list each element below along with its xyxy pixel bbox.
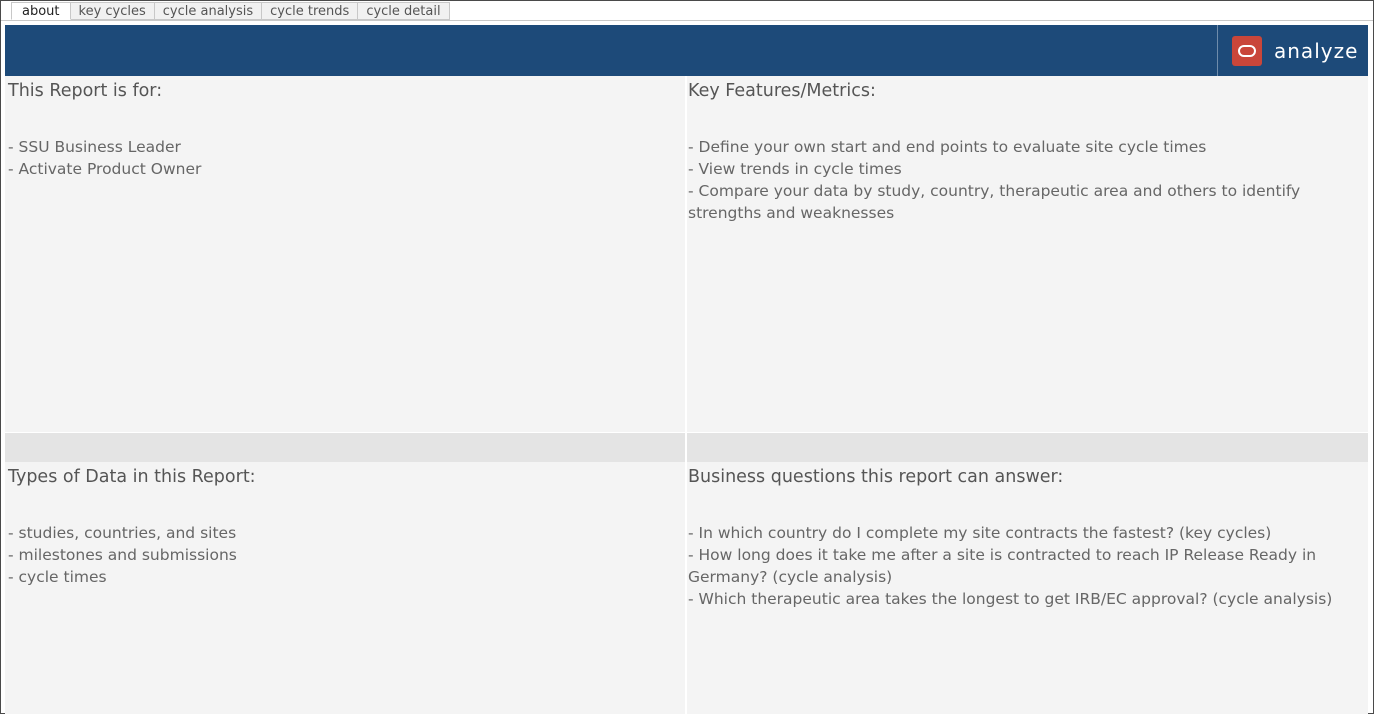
list-item: - studies, countries, and sites [8, 524, 237, 542]
tab-strip-divider [1, 20, 1373, 21]
analyze-logo: analyze [1217, 25, 1368, 76]
dashboard-frame: about key cycles cycle analysis cycle tr… [0, 0, 1374, 714]
list-item: - Define your own start and end points t… [688, 138, 1207, 156]
tab-cycle-detail[interactable]: cycle detail [358, 2, 450, 20]
list-item: - In which country do I complete my site… [688, 524, 1272, 542]
tab-cycle-trends[interactable]: cycle trends [262, 2, 359, 20]
list-item: - SSU Business Leader [8, 138, 181, 156]
list-item: - cycle times [8, 568, 107, 586]
panel-business-questions: Business questions this report can answe… [687, 462, 1368, 714]
tab-cycle-analysis[interactable]: cycle analysis [154, 2, 263, 20]
list-item: - Activate Product Owner [8, 160, 202, 178]
panel-report-for: This Report is for: - SSU Business Leade… [5, 76, 685, 432]
tab-key-cycles[interactable]: key cycles [70, 2, 155, 20]
panel-title: Types of Data in this Report: [8, 467, 256, 487]
oracle-logo-icon [1232, 35, 1262, 66]
panel-data-types: Types of Data in this Report: - studies,… [5, 462, 685, 714]
tab-about[interactable]: about [11, 2, 71, 20]
list-item: - View trends in cycle times [688, 160, 902, 178]
column-divider [685, 76, 687, 714]
panel-key-features: Key Features/Metrics: - Define your own … [687, 76, 1368, 432]
list-item: - Compare your data by study, country, t… [688, 182, 1301, 222]
panel-list: - SSU Business Leader - Activate Product… [8, 136, 682, 180]
panel-title: Key Features/Metrics: [688, 81, 876, 101]
list-item: - milestones and submissions [8, 546, 237, 564]
logo-label: analyze [1274, 38, 1359, 63]
panel-title: This Report is for: [8, 81, 163, 101]
list-item: - How long does it take me after a site … [688, 546, 1317, 586]
list-item: - Which therapeutic area takes the longe… [688, 590, 1333, 608]
panel-title: Business questions this report can answe… [688, 467, 1064, 487]
panel-list: - Define your own start and end points t… [688, 136, 1367, 224]
panel-list: - In which country do I complete my site… [688, 522, 1367, 610]
panel-list: - studies, countries, and sites - milest… [8, 522, 682, 588]
tab-strip: about key cycles cycle analysis cycle tr… [11, 2, 450, 21]
header-banner: analyze [5, 25, 1368, 76]
